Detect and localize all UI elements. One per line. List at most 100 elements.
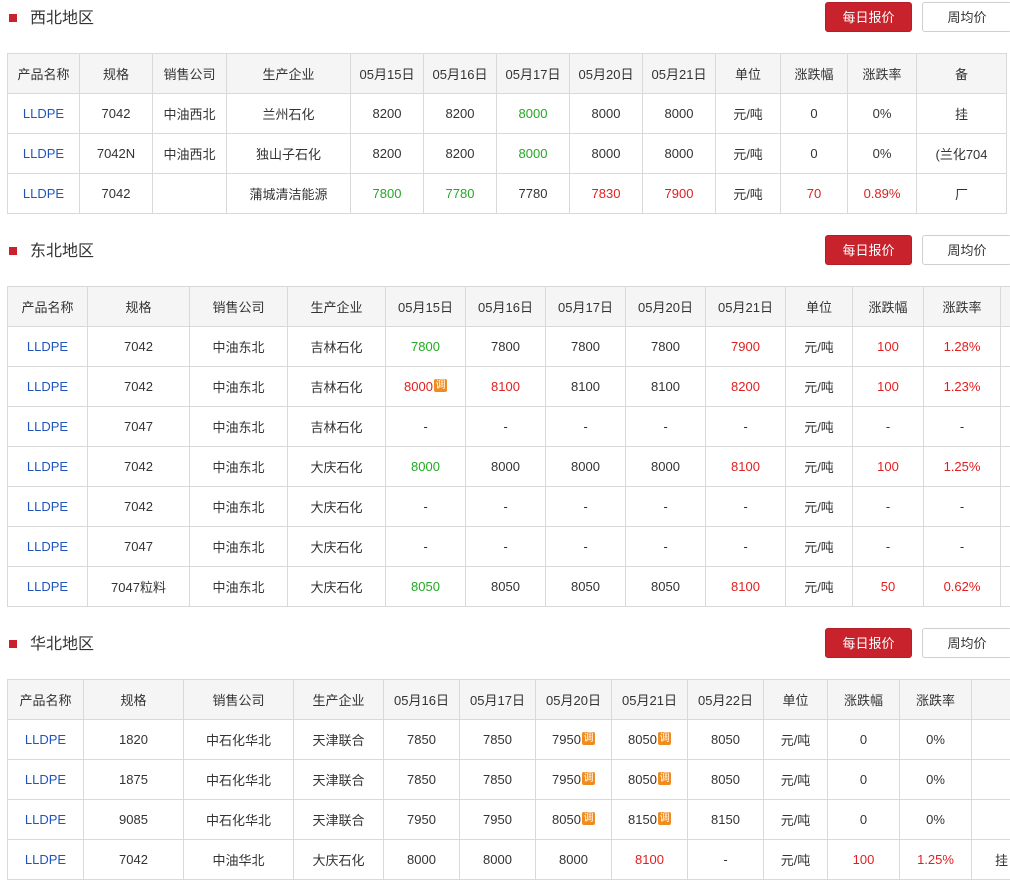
section-marker-icon (9, 640, 17, 648)
table-cell: 7850 (459, 719, 536, 760)
product-name-link[interactable]: LLDPE (7, 526, 88, 567)
product-name-label: LLDPE (26, 459, 69, 474)
weekly-average-button[interactable]: 周均价 (922, 628, 1010, 658)
table-cell: 中油西北 (152, 133, 227, 174)
cell-value: 元/吨 (804, 340, 834, 355)
daily-quote-button[interactable]: 每日报价 (825, 628, 912, 658)
table-cell: 8000 (545, 446, 626, 487)
product-name-label: LLDPE (26, 419, 69, 434)
table-cell: 8000 (385, 446, 466, 487)
product-name-link[interactable]: LLDPE (7, 173, 80, 214)
table-cell (1000, 526, 1010, 567)
column-header: 05月17日 (545, 286, 626, 327)
table-cell: - (852, 486, 924, 527)
table-cell: 8200 (705, 366, 786, 407)
product-name-label: LLDPE (22, 106, 65, 121)
section-header: 西北地区 每日报价 周均价 (0, 2, 1010, 36)
table-cell: 7800 (625, 326, 706, 367)
cell-value: - (503, 419, 508, 434)
cell-value: 大庆石化 (310, 580, 363, 595)
table-cell: 7047 (87, 526, 190, 567)
daily-quote-button[interactable]: 每日报价 (825, 235, 912, 265)
table-cell: 中石化华北 (183, 719, 294, 760)
table-cell: 100 (827, 839, 900, 880)
section-marker-icon (9, 247, 17, 255)
table-cell (1000, 566, 1010, 607)
product-name-label: LLDPE (24, 772, 67, 787)
cell-value: 1820 (119, 732, 148, 747)
cell-value: 8100 (731, 459, 760, 474)
cell-value: 0 (859, 732, 868, 747)
cell-value: 7047粒料 (111, 580, 166, 595)
table-cell: 1875 (83, 759, 184, 800)
column-header: 生产企业 (293, 679, 384, 720)
table-cell: 中油东北 (189, 526, 288, 567)
table-cell: - (687, 839, 764, 880)
product-name-link[interactable]: LLDPE (7, 839, 84, 880)
table-cell: 8000 (496, 93, 570, 134)
table-cell: 吉林石化 (287, 326, 386, 367)
table-cell: 8150 调 (611, 799, 688, 840)
section-marker-icon (9, 14, 17, 22)
product-name-link[interactable]: LLDPE (7, 406, 88, 447)
table-cell: 1.25% (923, 446, 1001, 487)
cell-value: 中油东北 (212, 340, 265, 355)
product-name-link[interactable]: LLDPE (7, 486, 88, 527)
product-name-link[interactable]: LLDPE (7, 446, 88, 487)
weekly-average-button[interactable]: 周均价 (922, 235, 1010, 265)
product-name-link[interactable]: LLDPE (7, 326, 88, 367)
table-cell: 挂 (971, 839, 1010, 880)
cell-value: - (885, 499, 891, 514)
price-adjusted-icon: 调 (657, 812, 671, 825)
column-header: 05月21日 (642, 53, 716, 94)
table-cell (1000, 326, 1010, 367)
section-title: 东北地区 (30, 243, 95, 260)
table-cell: 元/吨 (715, 173, 781, 214)
cell-value: 中石化华北 (205, 813, 271, 828)
product-name-link[interactable]: LLDPE (7, 366, 88, 407)
product-name-link[interactable]: LLDPE (7, 799, 84, 840)
table-cell: 7780 (423, 173, 497, 214)
cell-value: 大庆石化 (310, 500, 363, 515)
table-cell: 0.62% (923, 566, 1001, 607)
product-name-link[interactable]: LLDPE (7, 759, 84, 800)
table-cell: 大庆石化 (287, 446, 386, 487)
table-cell: - (465, 486, 546, 527)
table-cell: - (545, 486, 626, 527)
daily-quote-button[interactable]: 每日报价 (825, 2, 912, 32)
cell-value: 7950 (407, 812, 436, 827)
cell-value: 8000 (664, 106, 694, 121)
product-name-link[interactable]: LLDPE (7, 133, 80, 174)
table-cell: 厂 (916, 173, 1007, 214)
cell-value: 7047 (124, 539, 153, 554)
table-cell: - (385, 526, 466, 567)
column-header (1000, 286, 1010, 327)
table-cell: 元/吨 (763, 799, 828, 840)
cell-value: 独山子石化 (255, 147, 321, 162)
cell-value: 元/吨 (780, 773, 811, 788)
cell-value: 8200 (445, 106, 475, 121)
table-cell: 50 (852, 566, 924, 607)
product-name-link[interactable]: LLDPE (7, 566, 88, 607)
table-row: LLDPE 7047 中油东北 大庆石化 - - - - - 元/吨 - - (7, 526, 1010, 567)
product-name-link[interactable]: LLDPE (7, 93, 80, 134)
table-cell: 7042 (79, 173, 153, 214)
product-name-link[interactable]: LLDPE (7, 719, 84, 760)
cell-value: 中石化华北 (205, 733, 271, 748)
cell-value: 0.89% (863, 186, 901, 201)
cell-value: 7042 (101, 106, 131, 121)
cell-value: 8050 (491, 579, 520, 594)
table-cell (1000, 446, 1010, 487)
column-header: 05月16日 (423, 53, 497, 94)
column-header: 涨跌幅 (780, 53, 848, 94)
table-cell: 7800 (350, 173, 424, 214)
column-header: 生产企业 (226, 53, 351, 94)
table-cell: 8200 (423, 93, 497, 134)
table-cell: 8000 (465, 446, 546, 487)
table-cell (1000, 366, 1010, 407)
product-name-label: LLDPE (24, 812, 67, 827)
price-adjusted-icon: 调 (657, 772, 671, 785)
cell-value: 元/吨 (804, 500, 834, 515)
cell-value: 0.62% (943, 579, 981, 594)
weekly-average-button[interactable]: 周均价 (922, 2, 1010, 32)
